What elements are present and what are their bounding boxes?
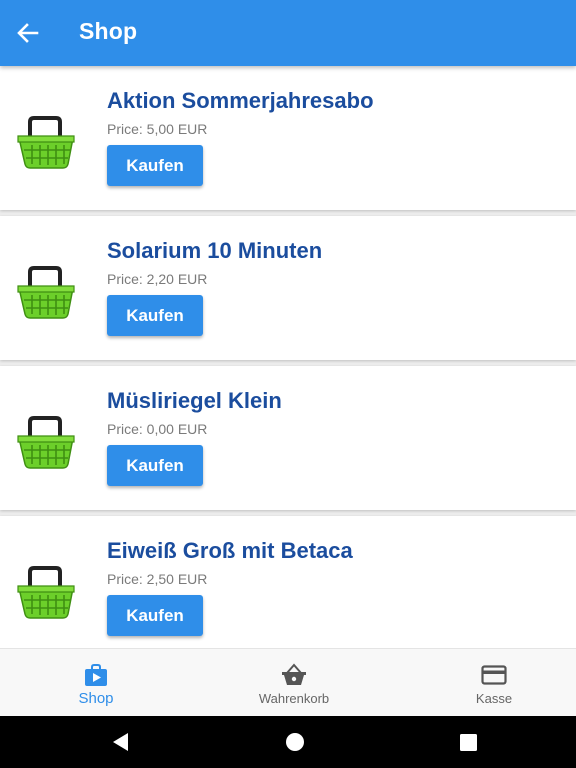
buy-button[interactable]: Kaufen <box>107 145 203 186</box>
system-navigation-bar <box>0 716 576 768</box>
basket-icon <box>282 663 306 685</box>
back-triangle-icon[interactable] <box>110 730 130 754</box>
basket-icon <box>17 266 75 319</box>
nav-item-wahrenkorb[interactable]: Wahrenkorb <box>198 649 390 717</box>
buy-button[interactable]: Kaufen <box>107 445 203 486</box>
nav-item-kasse[interactable]: Kasse <box>398 649 576 717</box>
product-price: Price: 2,50 EUR <box>107 571 208 587</box>
credit-card-icon <box>481 665 507 685</box>
product-name: Eiweiß Groß mit Betaca <box>107 538 353 563</box>
product-card: Eiweiß Groß mit Betaca Price: 2,50 EUR K… <box>0 516 576 648</box>
product-list[interactable]: Aktion Sommerjahresabo Price: 5,00 EUR K… <box>0 66 576 648</box>
buy-button[interactable]: Kaufen <box>107 295 203 336</box>
basket-icon <box>17 566 75 619</box>
app-bar: Shop <box>0 0 576 66</box>
product-name: Aktion Sommerjahresabo <box>107 88 374 113</box>
nav-label: Kasse <box>475 691 513 706</box>
nav-label: Shop <box>78 690 114 707</box>
page-title: Shop <box>79 18 138 44</box>
nav-item-shop[interactable]: Shop <box>0 649 192 717</box>
product-card: Solarium 10 Minuten Price: 2,20 EUR Kauf… <box>0 216 576 360</box>
nav-label: Wahrenkorb <box>258 691 330 706</box>
shop-bag-icon <box>85 664 107 686</box>
product-name: Müsliriegel Klein <box>107 388 282 413</box>
arrow-left-icon <box>17 23 39 43</box>
bottom-navigation: Shop Wahrenkorb Kasse <box>0 648 576 717</box>
basket-icon <box>17 416 75 469</box>
back-button[interactable] <box>14 19 42 47</box>
product-price: Price: 2,20 EUR <box>107 271 208 287</box>
product-name: Solarium 10 Minuten <box>107 238 323 263</box>
buy-button[interactable]: Kaufen <box>107 595 203 636</box>
product-card: Müsliriegel Klein Price: 0,00 EUR Kaufen <box>0 366 576 510</box>
recents-square-icon[interactable] <box>458 730 480 754</box>
home-circle-icon[interactable] <box>284 730 306 754</box>
product-card: Aktion Sommerjahresabo Price: 5,00 EUR K… <box>0 66 576 210</box>
basket-icon <box>17 116 75 169</box>
product-price: Price: 5,00 EUR <box>107 121 208 137</box>
product-price: Price: 0,00 EUR <box>107 421 208 437</box>
